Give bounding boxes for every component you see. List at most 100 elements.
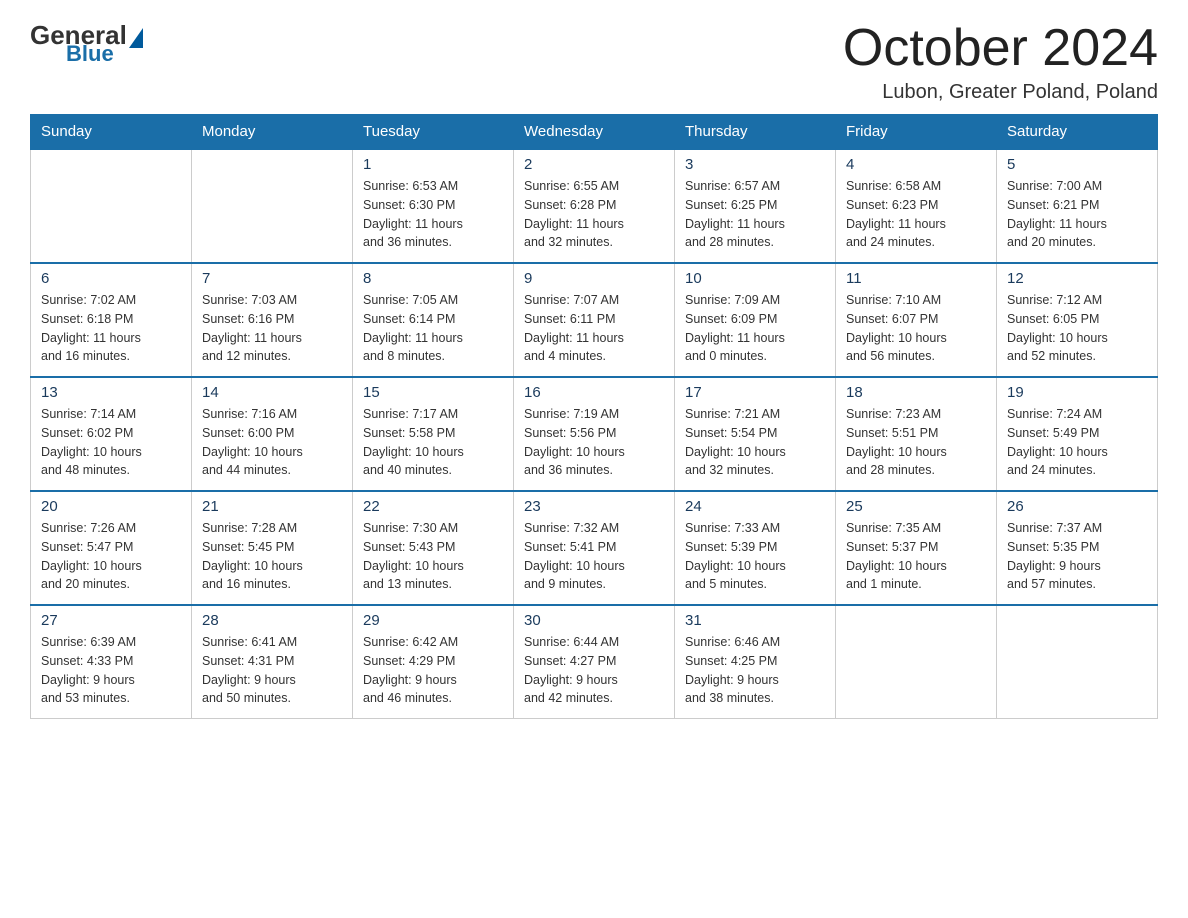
day-number: 3 xyxy=(685,156,825,173)
day-number: 20 xyxy=(41,498,181,515)
day-number: 7 xyxy=(202,270,342,287)
title-section: October 2024 Lubon, Greater Poland, Pola… xyxy=(843,20,1158,104)
day-info: Sunrise: 7:26 AMSunset: 5:47 PMDaylight:… xyxy=(41,519,181,594)
calendar-cell: 27Sunrise: 6:39 AMSunset: 4:33 PMDayligh… xyxy=(31,605,192,719)
calendar-cell: 2 Sunrise: 6:55 AMSunset: 6:28 PMDaylight… xyxy=(514,149,675,263)
day-number: 2 xyxy=(524,156,664,173)
page-header: General Blue October 2024 Lubon, Greater… xyxy=(30,20,1158,104)
day-info: Sunrise: 7:33 AMSunset: 5:39 PMDaylight:… xyxy=(685,519,825,594)
day-info: Sunrise: 7:32 AMSunset: 5:41 PMDaylight:… xyxy=(524,519,664,594)
day-info: Sunrise: 7:12 AMSunset: 6:05 PMDaylight:… xyxy=(1007,291,1147,366)
calendar-cell: 31Sunrise: 6:46 AMSunset: 4:25 PMDayligh… xyxy=(675,605,836,719)
day-info: Sunrise: 6:44 AMSunset: 4:27 PMDaylight:… xyxy=(524,633,664,708)
day-info: Sunrise: 6:53 AMSunset: 6:30 PMDaylight:… xyxy=(363,177,503,252)
day-number: 26 xyxy=(1007,498,1147,515)
calendar-cell xyxy=(31,149,192,263)
day-info: Sunrise: 6:58 AMSunset: 6:23 PMDaylight:… xyxy=(846,177,986,252)
day-number: 6 xyxy=(41,270,181,287)
day-info: Sunrise: 7:02 AMSunset: 6:18 PMDaylight:… xyxy=(41,291,181,366)
day-number: 16 xyxy=(524,384,664,401)
day-number: 27 xyxy=(41,612,181,629)
day-number: 4 xyxy=(846,156,986,173)
calendar-cell xyxy=(192,149,353,263)
day-info: Sunrise: 7:24 AMSunset: 5:49 PMDaylight:… xyxy=(1007,405,1147,480)
calendar-cell: 9 Sunrise: 7:07 AMSunset: 6:11 PMDaylight… xyxy=(514,263,675,377)
day-number: 10 xyxy=(685,270,825,287)
calendar-cell: 7 Sunrise: 7:03 AMSunset: 6:16 PMDaylight… xyxy=(192,263,353,377)
day-info: Sunrise: 7:16 AMSunset: 6:00 PMDaylight:… xyxy=(202,405,342,480)
day-info: Sunrise: 7:23 AMSunset: 5:51 PMDaylight:… xyxy=(846,405,986,480)
weekday-header-wednesday: Wednesday xyxy=(514,115,675,150)
day-number: 19 xyxy=(1007,384,1147,401)
day-number: 24 xyxy=(685,498,825,515)
calendar-header-row: SundayMondayTuesdayWednesdayThursdayFrid… xyxy=(31,115,1158,150)
week-row-2: 6 Sunrise: 7:02 AMSunset: 6:18 PMDaylight… xyxy=(31,263,1158,377)
day-number: 17 xyxy=(685,384,825,401)
calendar-cell: 1 Sunrise: 6:53 AMSunset: 6:30 PMDaylight… xyxy=(353,149,514,263)
calendar-cell: 11 Sunrise: 7:10 AMSunset: 6:07 PMDayligh… xyxy=(836,263,997,377)
day-info: Sunrise: 6:55 AMSunset: 6:28 PMDaylight:… xyxy=(524,177,664,252)
calendar-cell: 19 Sunrise: 7:24 AMSunset: 5:49 PMDayligh… xyxy=(997,377,1158,491)
day-number: 8 xyxy=(363,270,503,287)
day-info: Sunrise: 6:41 AMSunset: 4:31 PMDaylight:… xyxy=(202,633,342,708)
day-number: 11 xyxy=(846,270,986,287)
day-info: Sunrise: 7:35 AMSunset: 5:37 PMDaylight:… xyxy=(846,519,986,594)
day-info: Sunrise: 7:28 AMSunset: 5:45 PMDaylight:… xyxy=(202,519,342,594)
calendar-cell: 17 Sunrise: 7:21 AMSunset: 5:54 PMDayligh… xyxy=(675,377,836,491)
calendar-cell: 24 Sunrise: 7:33 AMSunset: 5:39 PMDayligh… xyxy=(675,491,836,605)
day-info: Sunrise: 7:10 AMSunset: 6:07 PMDaylight:… xyxy=(846,291,986,366)
logo-blue: Blue xyxy=(66,41,114,67)
day-number: 15 xyxy=(363,384,503,401)
day-number: 29 xyxy=(363,612,503,629)
calendar-cell xyxy=(997,605,1158,719)
calendar-cell: 6 Sunrise: 7:02 AMSunset: 6:18 PMDaylight… xyxy=(31,263,192,377)
weekday-header-saturday: Saturday xyxy=(997,115,1158,150)
day-info: Sunrise: 7:30 AMSunset: 5:43 PMDaylight:… xyxy=(363,519,503,594)
weekday-header-sunday: Sunday xyxy=(31,115,192,150)
day-info: Sunrise: 7:09 AMSunset: 6:09 PMDaylight:… xyxy=(685,291,825,366)
calendar-cell: 3 Sunrise: 6:57 AMSunset: 6:25 PMDaylight… xyxy=(675,149,836,263)
day-info: Sunrise: 7:17 AMSunset: 5:58 PMDaylight:… xyxy=(363,405,503,480)
calendar-cell: 8Sunrise: 7:05 AMSunset: 6:14 PMDaylight… xyxy=(353,263,514,377)
day-info: Sunrise: 6:42 AMSunset: 4:29 PMDaylight:… xyxy=(363,633,503,708)
day-info: Sunrise: 6:57 AMSunset: 6:25 PMDaylight:… xyxy=(685,177,825,252)
calendar-cell: 26Sunrise: 7:37 AMSunset: 5:35 PMDayligh… xyxy=(997,491,1158,605)
calendar-cell: 14Sunrise: 7:16 AMSunset: 6:00 PMDayligh… xyxy=(192,377,353,491)
calendar-table: SundayMondayTuesdayWednesdayThursdayFrid… xyxy=(30,114,1158,719)
day-number: 25 xyxy=(846,498,986,515)
weekday-header-friday: Friday xyxy=(836,115,997,150)
week-row-1: 1 Sunrise: 6:53 AMSunset: 6:30 PMDaylight… xyxy=(31,149,1158,263)
calendar-cell: 22 Sunrise: 7:30 AMSunset: 5:43 PMDayligh… xyxy=(353,491,514,605)
week-row-5: 27Sunrise: 6:39 AMSunset: 4:33 PMDayligh… xyxy=(31,605,1158,719)
month-title: October 2024 xyxy=(843,20,1158,77)
day-info: Sunrise: 7:21 AMSunset: 5:54 PMDaylight:… xyxy=(685,405,825,480)
calendar-cell: 13Sunrise: 7:14 AMSunset: 6:02 PMDayligh… xyxy=(31,377,192,491)
week-row-3: 13Sunrise: 7:14 AMSunset: 6:02 PMDayligh… xyxy=(31,377,1158,491)
calendar-cell: 4 Sunrise: 6:58 AMSunset: 6:23 PMDaylight… xyxy=(836,149,997,263)
calendar-cell: 15 Sunrise: 7:17 AMSunset: 5:58 PMDayligh… xyxy=(353,377,514,491)
day-number: 22 xyxy=(363,498,503,515)
day-number: 1 xyxy=(363,156,503,173)
calendar-cell xyxy=(836,605,997,719)
day-info: Sunrise: 7:14 AMSunset: 6:02 PMDaylight:… xyxy=(41,405,181,480)
day-number: 28 xyxy=(202,612,342,629)
weekday-header-tuesday: Tuesday xyxy=(353,115,514,150)
calendar-cell: 30 Sunrise: 6:44 AMSunset: 4:27 PMDayligh… xyxy=(514,605,675,719)
calendar-cell: 29 Sunrise: 6:42 AMSunset: 4:29 PMDayligh… xyxy=(353,605,514,719)
day-number: 12 xyxy=(1007,270,1147,287)
day-number: 9 xyxy=(524,270,664,287)
calendar-cell: 18Sunrise: 7:23 AMSunset: 5:51 PMDayligh… xyxy=(836,377,997,491)
day-info: Sunrise: 7:19 AMSunset: 5:56 PMDaylight:… xyxy=(524,405,664,480)
calendar-cell: 5Sunrise: 7:00 AMSunset: 6:21 PMDaylight… xyxy=(997,149,1158,263)
day-number: 23 xyxy=(524,498,664,515)
day-info: Sunrise: 7:03 AMSunset: 6:16 PMDaylight:… xyxy=(202,291,342,366)
week-row-4: 20 Sunrise: 7:26 AMSunset: 5:47 PMDayligh… xyxy=(31,491,1158,605)
day-info: Sunrise: 7:07 AMSunset: 6:11 PMDaylight:… xyxy=(524,291,664,366)
calendar-cell: 21 Sunrise: 7:28 AMSunset: 5:45 PMDayligh… xyxy=(192,491,353,605)
day-number: 30 xyxy=(524,612,664,629)
calendar-cell: 23 Sunrise: 7:32 AMSunset: 5:41 PMDayligh… xyxy=(514,491,675,605)
day-number: 21 xyxy=(202,498,342,515)
calendar-cell: 10 Sunrise: 7:09 AMSunset: 6:09 PMDayligh… xyxy=(675,263,836,377)
day-number: 31 xyxy=(685,612,825,629)
location: Lubon, Greater Poland, Poland xyxy=(843,81,1158,104)
